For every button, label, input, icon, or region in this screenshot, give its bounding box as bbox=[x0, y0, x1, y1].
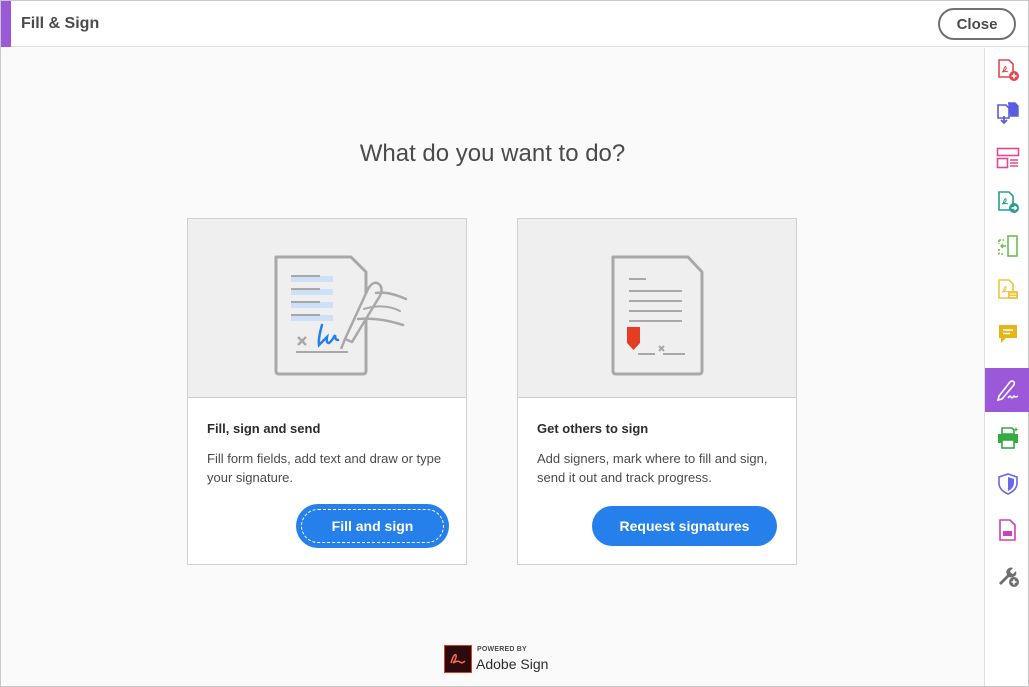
pdf-standards-tool[interactable] bbox=[985, 508, 1029, 552]
card-description: Fill form fields, add text and draw or t… bbox=[207, 451, 442, 485]
request-signatures-button[interactable]: Request signatures bbox=[592, 506, 777, 546]
print-production-icon bbox=[998, 427, 1019, 449]
get-others-to-sign-card: Get others to sign Add signers, mark whe… bbox=[517, 218, 797, 565]
title-bar: Fill & Sign Close bbox=[1, 1, 1028, 47]
more-tools-tool[interactable] bbox=[985, 554, 1029, 598]
card-description: Add signers, mark where to fill and sign… bbox=[537, 451, 768, 485]
fill-sign-window: Fill & Sign Close What do you want to do… bbox=[0, 0, 1029, 687]
combine-files-tool[interactable] bbox=[985, 92, 1029, 136]
edit-pdf-tool[interactable] bbox=[985, 224, 1029, 268]
close-button[interactable]: Close bbox=[938, 8, 1016, 40]
comment-tool[interactable] bbox=[985, 312, 1029, 356]
adobe-sign-logo-icon bbox=[444, 645, 472, 673]
prepare-form-icon bbox=[998, 279, 1018, 299]
export-pdf-icon bbox=[998, 191, 1019, 213]
create-pdf-tool[interactable] bbox=[985, 48, 1029, 92]
create-pdf-icon bbox=[998, 59, 1019, 81]
request-signatures-illustration bbox=[518, 219, 796, 398]
accent-strip bbox=[1, 1, 11, 47]
edit-pdf-icon bbox=[998, 235, 1018, 257]
organize-pages-icon bbox=[996, 147, 1020, 169]
document-signing-icon bbox=[274, 255, 408, 376]
fill-sign-illustration bbox=[188, 219, 466, 398]
card-title: Fill, sign and send bbox=[207, 421, 321, 436]
tool-title: Fill & Sign bbox=[21, 15, 100, 32]
powered-by-adobe-sign: POWERED BY Adobe Sign bbox=[444, 645, 564, 675]
protect-icon bbox=[998, 473, 1018, 495]
fill-sign-tool[interactable] bbox=[985, 368, 1029, 412]
fill-and-sign-button[interactable]: Fill and sign bbox=[298, 506, 447, 546]
document-request-icon bbox=[611, 255, 704, 376]
card-title: Get others to sign bbox=[537, 421, 649, 436]
fill-sign-icon bbox=[996, 380, 1019, 402]
protect-tool[interactable] bbox=[985, 462, 1029, 506]
brand-name: Adobe Sign bbox=[476, 656, 549, 672]
pdf-standards-icon bbox=[999, 519, 1016, 541]
main-panel: What do you want to do? Fill, sign and s… bbox=[1, 48, 984, 686]
comment-icon bbox=[999, 325, 1017, 343]
organize-pages-tool[interactable] bbox=[985, 136, 1029, 180]
prepare-form-tool[interactable] bbox=[985, 268, 1029, 312]
fill-sign-send-card: Fill, sign and send Fill form fields, ad… bbox=[187, 218, 467, 565]
powered-by-label: POWERED BY bbox=[477, 646, 527, 653]
print-production-tool[interactable] bbox=[985, 416, 1029, 460]
combine-files-icon bbox=[997, 102, 1019, 125]
more-tools-icon bbox=[999, 567, 1019, 587]
page-heading: What do you want to do? bbox=[359, 140, 626, 167]
tools-rail bbox=[984, 48, 1029, 686]
export-pdf-tool[interactable] bbox=[985, 180, 1029, 224]
